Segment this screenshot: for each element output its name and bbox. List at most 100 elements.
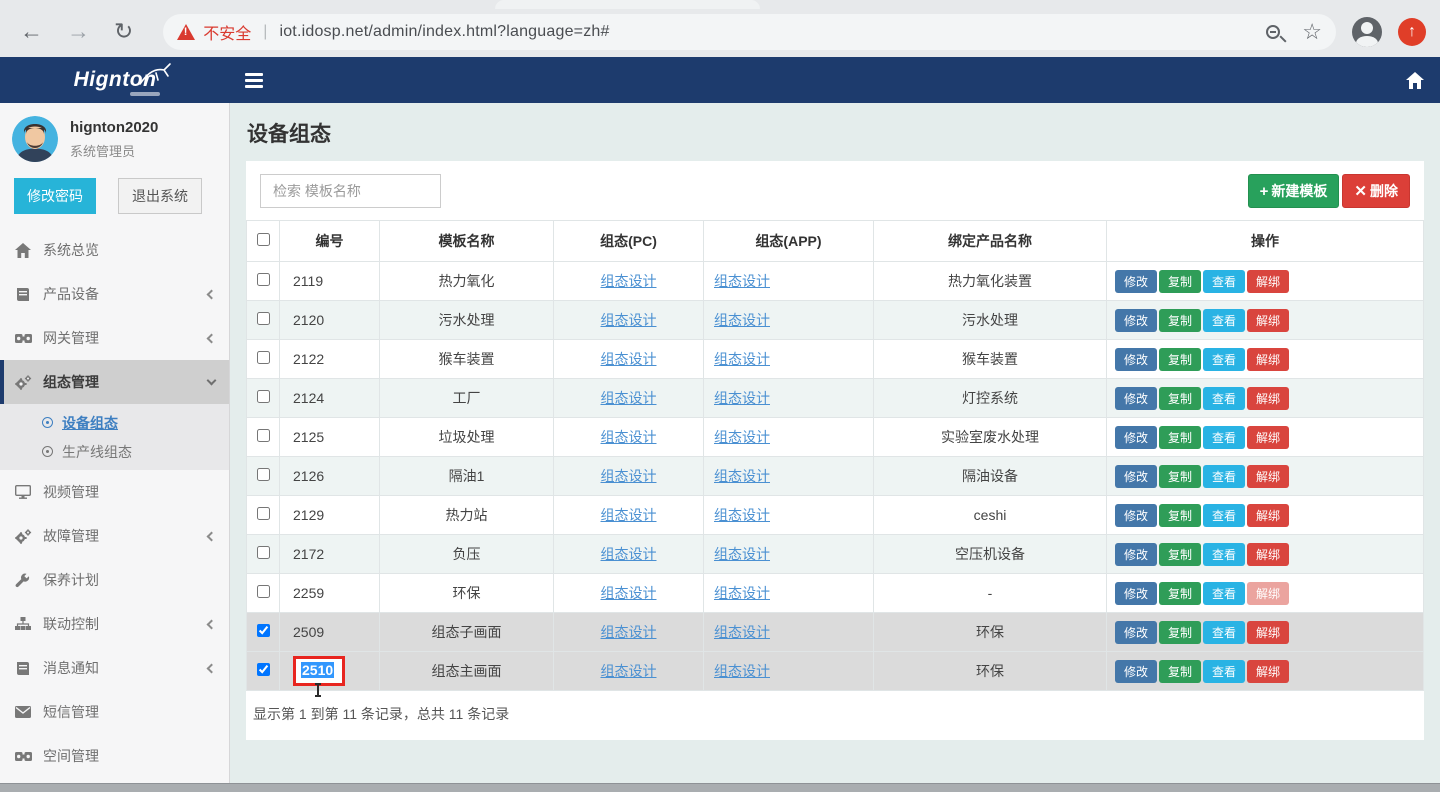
config-pc-link[interactable]: 组态设计 xyxy=(601,468,657,484)
bookmark-star-icon[interactable]: ☆ xyxy=(1302,21,1322,43)
copy-action-button[interactable]: 复制 xyxy=(1159,621,1201,644)
id-edit-input[interactable]: 2510 xyxy=(301,662,334,678)
view-action-button[interactable]: 查看 xyxy=(1203,348,1245,371)
view-action-button[interactable]: 查看 xyxy=(1203,660,1245,683)
view-action-button[interactable]: 查看 xyxy=(1203,582,1245,605)
address-bar[interactable]: 不安全 | iot.idosp.net/admin/index.html?lan… xyxy=(163,14,1336,50)
header-config-app[interactable]: 组态(APP) xyxy=(704,221,874,262)
config-app-link[interactable]: 组态设计 xyxy=(714,546,770,562)
edit-action-button[interactable]: 修改 xyxy=(1115,504,1157,527)
row-checkbox[interactable] xyxy=(257,468,270,481)
config-pc-link[interactable]: 组态设计 xyxy=(601,546,657,562)
brand-logo[interactable]: Hignton xyxy=(0,57,230,103)
edit-action-button[interactable]: 修改 xyxy=(1115,660,1157,683)
sidebar-item-9[interactable]: 消息通知 xyxy=(0,646,229,690)
sidebar-item-1[interactable]: 系统总览 xyxy=(0,228,229,272)
config-app-link[interactable]: 组态设计 xyxy=(714,624,770,640)
logout-button[interactable]: 退出系统 xyxy=(118,178,202,214)
config-pc-link[interactable]: 组态设计 xyxy=(601,429,657,445)
view-action-button[interactable]: 查看 xyxy=(1203,270,1245,293)
row-checkbox[interactable] xyxy=(257,429,270,442)
copy-action-button[interactable]: 复制 xyxy=(1159,348,1201,371)
menu-toggle-icon[interactable] xyxy=(245,73,263,88)
config-app-link[interactable]: 组态设计 xyxy=(714,390,770,406)
edit-action-button[interactable]: 修改 xyxy=(1115,348,1157,371)
copy-action-button[interactable]: 复制 xyxy=(1159,309,1201,332)
unbind-action-button[interactable]: 解绑 xyxy=(1247,621,1289,644)
sidebar-subitem[interactable]: 生产线组态 xyxy=(0,437,229,466)
view-action-button[interactable]: 查看 xyxy=(1203,387,1245,410)
sidebar-subitem[interactable]: 设备组态 xyxy=(0,408,229,437)
config-pc-link[interactable]: 组态设计 xyxy=(601,507,657,523)
row-checkbox[interactable] xyxy=(257,546,270,559)
sidebar-item-6[interactable]: 故障管理 xyxy=(0,514,229,558)
row-checkbox[interactable] xyxy=(257,585,270,598)
new-template-button[interactable]: +新建模板 xyxy=(1248,174,1340,208)
header-config-pc[interactable]: 组态(PC) xyxy=(554,221,704,262)
row-checkbox[interactable] xyxy=(257,507,270,520)
header-id[interactable]: 编号 xyxy=(280,221,380,262)
edit-action-button[interactable]: 修改 xyxy=(1115,426,1157,449)
delete-button[interactable]: ✕删除 xyxy=(1342,174,1410,208)
sidebar-item-8[interactable]: 联动控制 xyxy=(0,602,229,646)
copy-action-button[interactable]: 复制 xyxy=(1159,543,1201,566)
config-app-link[interactable]: 组态设计 xyxy=(714,273,770,289)
config-pc-link[interactable]: 组态设计 xyxy=(601,585,657,601)
header-product-name[interactable]: 绑定产品名称 xyxy=(874,221,1107,262)
header-template-name[interactable]: 模板名称 xyxy=(380,221,554,262)
change-password-button[interactable]: 修改密码 xyxy=(14,178,96,214)
row-checkbox[interactable] xyxy=(257,351,270,364)
view-action-button[interactable]: 查看 xyxy=(1203,504,1245,527)
edit-action-button[interactable]: 修改 xyxy=(1115,387,1157,410)
unbind-action-button[interactable]: 解绑 xyxy=(1247,309,1289,332)
edit-action-button[interactable]: 修改 xyxy=(1115,309,1157,332)
back-icon[interactable]: ← xyxy=(20,20,43,43)
row-checkbox[interactable] xyxy=(257,273,270,286)
zoom-out-icon[interactable] xyxy=(1266,25,1280,39)
edit-action-button[interactable]: 修改 xyxy=(1115,465,1157,488)
config-pc-link[interactable]: 组态设计 xyxy=(601,312,657,328)
view-action-button[interactable]: 查看 xyxy=(1203,309,1245,332)
config-app-link[interactable]: 组态设计 xyxy=(714,468,770,484)
header-actions[interactable]: 操作 xyxy=(1107,221,1424,262)
copy-action-button[interactable]: 复制 xyxy=(1159,465,1201,488)
unbind-action-button[interactable]: 解绑 xyxy=(1247,348,1289,371)
copy-action-button[interactable]: 复制 xyxy=(1159,660,1201,683)
config-pc-link[interactable]: 组态设计 xyxy=(601,663,657,679)
config-pc-link[interactable]: 组态设计 xyxy=(601,351,657,367)
config-app-link[interactable]: 组态设计 xyxy=(714,585,770,601)
config-app-link[interactable]: 组态设计 xyxy=(714,429,770,445)
config-app-link[interactable]: 组态设计 xyxy=(714,507,770,523)
browser-update-icon[interactable]: ↑ xyxy=(1398,18,1426,46)
copy-action-button[interactable]: 复制 xyxy=(1159,582,1201,605)
row-checkbox[interactable] xyxy=(257,663,270,676)
sidebar-item-10[interactable]: 短信管理 xyxy=(0,690,229,734)
copy-action-button[interactable]: 复制 xyxy=(1159,387,1201,410)
unbind-action-button[interactable]: 解绑 xyxy=(1247,582,1289,605)
unbind-action-button[interactable]: 解绑 xyxy=(1247,387,1289,410)
reload-icon[interactable]: ↻ xyxy=(114,20,133,43)
copy-action-button[interactable]: 复制 xyxy=(1159,426,1201,449)
edit-action-button[interactable]: 修改 xyxy=(1115,582,1157,605)
copy-action-button[interactable]: 复制 xyxy=(1159,504,1201,527)
sidebar-item-4[interactable]: 组态管理 xyxy=(0,360,229,404)
view-action-button[interactable]: 查看 xyxy=(1203,543,1245,566)
unbind-action-button[interactable]: 解绑 xyxy=(1247,543,1289,566)
view-action-button[interactable]: 查看 xyxy=(1203,426,1245,449)
row-checkbox[interactable] xyxy=(257,624,270,637)
browser-profile-icon[interactable] xyxy=(1352,17,1382,47)
unbind-action-button[interactable]: 解绑 xyxy=(1247,660,1289,683)
sidebar-item-3[interactable]: 网关管理 xyxy=(0,316,229,360)
unbind-action-button[interactable]: 解绑 xyxy=(1247,504,1289,527)
select-all-checkbox[interactable] xyxy=(257,233,270,246)
home-icon[interactable] xyxy=(1406,72,1424,89)
row-checkbox[interactable] xyxy=(257,390,270,403)
sidebar-item-7[interactable]: 保养计划 xyxy=(0,558,229,602)
config-app-link[interactable]: 组态设计 xyxy=(714,312,770,328)
view-action-button[interactable]: 查看 xyxy=(1203,621,1245,644)
unbind-action-button[interactable]: 解绑 xyxy=(1247,270,1289,293)
unbind-action-button[interactable]: 解绑 xyxy=(1247,426,1289,449)
edit-action-button[interactable]: 修改 xyxy=(1115,543,1157,566)
sidebar-item-11[interactable]: 空间管理 xyxy=(0,734,229,778)
search-input[interactable] xyxy=(260,174,441,208)
